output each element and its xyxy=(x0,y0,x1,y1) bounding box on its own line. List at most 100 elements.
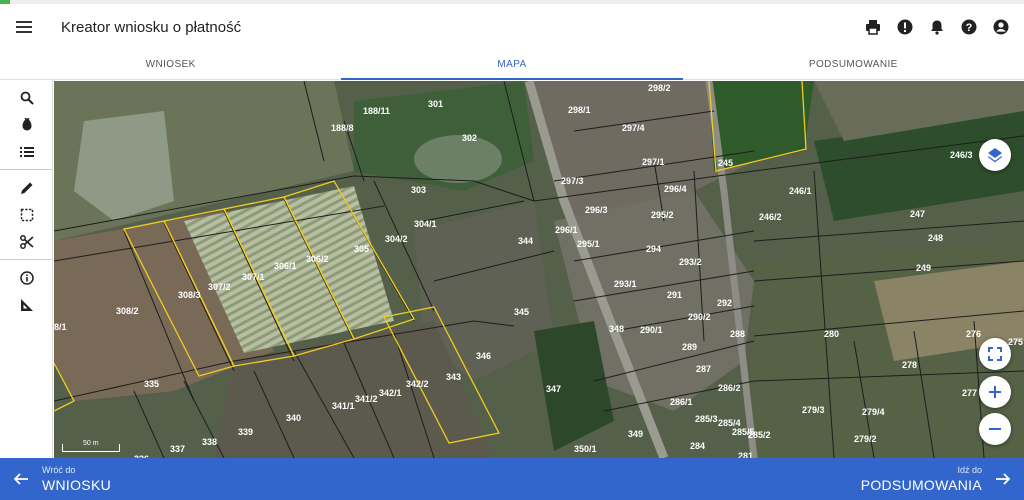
parcel-label: 306/1 xyxy=(274,261,297,271)
app-root: Kreator wniosku o płatność ? WNIOSEK MAP… xyxy=(0,0,1024,500)
parcel-label: 279/2 xyxy=(854,434,877,444)
parcel-label: 289 xyxy=(682,342,697,352)
parcel-label: 8/1 xyxy=(54,322,67,332)
help-icon: ? xyxy=(961,19,977,35)
app-bar: Kreator wniosku o płatność ? xyxy=(0,5,1024,49)
parcel-label: 348 xyxy=(609,324,624,334)
back-button[interactable]: Wróć do WNIOSKU xyxy=(0,458,111,500)
back-text: Wróć do WNIOSKU xyxy=(42,465,111,493)
cut-tool-button[interactable] xyxy=(0,228,53,255)
parcel-label: 276 xyxy=(966,329,981,339)
scissors-icon xyxy=(19,234,34,249)
parcel-label: 281 xyxy=(738,451,753,458)
select-tool-button[interactable] xyxy=(0,201,53,228)
parcel-label: 341/2 xyxy=(355,394,378,404)
arrow-right-icon xyxy=(996,473,1010,485)
parcel-label: 350/1 xyxy=(574,444,597,454)
parcel-label: 305 xyxy=(354,244,369,254)
next-button[interactable]: Idź do PODSUMOWANIA xyxy=(861,458,1024,500)
parcel-label: 246/2 xyxy=(759,212,782,222)
parcel-label: 280 xyxy=(824,329,839,339)
parcel-label: 288 xyxy=(730,329,745,339)
zoom-out-button[interactable] xyxy=(979,413,1011,445)
parcel-label: 304/1 xyxy=(414,219,437,229)
parcel-label: 246/1 xyxy=(789,186,812,196)
parcel-label: 297/3 xyxy=(561,176,584,186)
parcel-label: 302 xyxy=(462,133,477,143)
fullscreen-button[interactable] xyxy=(979,338,1011,370)
parcel-label: 284 xyxy=(690,441,705,451)
parcel-label: 297/4 xyxy=(622,123,645,133)
back-small-label: Wróć do xyxy=(42,465,76,475)
tab-mapa[interactable]: MAPA xyxy=(341,50,683,80)
parcel-label: 188/11 xyxy=(363,106,390,116)
parcel-label: 301 xyxy=(428,99,443,109)
parcel-label: 343 xyxy=(446,372,461,382)
parcel-label: 247 xyxy=(910,209,925,219)
map-canvas[interactable]: 301 188/11 188/8 302 298/2 298/1 297/4 297/1 297… xyxy=(54,81,1024,458)
parcel-label: 293/2 xyxy=(679,257,702,267)
parcel-label: 287 xyxy=(696,364,711,374)
parcel-label: 188/8 xyxy=(331,123,354,133)
search-tool-button[interactable] xyxy=(0,84,53,111)
account-button[interactable] xyxy=(990,11,1012,43)
notifications-button[interactable] xyxy=(926,11,948,43)
app-title: Kreator wniosku o płatność xyxy=(61,18,242,36)
fullscreen-icon xyxy=(988,347,1002,361)
toolbar-divider xyxy=(0,259,52,260)
menu-icon xyxy=(16,21,32,33)
layers-icon xyxy=(987,148,1003,163)
tab-wniosek[interactable]: WNIOSEK xyxy=(0,50,341,79)
parcel-label: 338 xyxy=(202,437,217,447)
info-icon xyxy=(19,270,34,285)
parcel-label: 296/3 xyxy=(585,205,608,215)
layers-button[interactable] xyxy=(979,139,1011,171)
parcel-label: 349 xyxy=(628,429,643,439)
pencil-icon xyxy=(20,182,32,194)
parcel-label: 340 xyxy=(286,413,301,423)
map-view[interactable]: 301 188/11 188/8 302 298/2 298/1 297/4 297/1 297… xyxy=(54,81,1024,458)
print-button[interactable] xyxy=(862,11,884,43)
parcel-label: 308/2 xyxy=(116,306,139,316)
parcel-label: 285/2 xyxy=(748,430,771,440)
zoom-in-button[interactable] xyxy=(979,376,1011,408)
locate-tool-button[interactable] xyxy=(0,111,53,138)
header-actions: ? xyxy=(862,11,1012,43)
parcel-label: 345 xyxy=(514,307,529,317)
toolbar-divider xyxy=(0,169,52,170)
parcel-label: 295/1 xyxy=(577,239,600,249)
parcel-label: 245 xyxy=(718,158,733,168)
draw-tool-button[interactable] xyxy=(0,174,53,201)
parcel-label: 339 xyxy=(238,427,253,437)
map-toolbar xyxy=(0,81,53,458)
progress-fill xyxy=(0,0,11,4)
parcel-label: 304/2 xyxy=(385,234,408,244)
parcel-label: 307/2 xyxy=(208,282,231,292)
parcel-label: 308/3 xyxy=(178,290,201,300)
list-tool-button[interactable] xyxy=(0,138,53,165)
select-rect-icon xyxy=(20,208,33,221)
list-icon xyxy=(19,146,34,157)
parcel-label: 341/1 xyxy=(332,401,355,411)
progress-bar xyxy=(0,0,1024,4)
arrow-right-wrap xyxy=(982,458,1024,500)
parcel-label: 279/4 xyxy=(862,407,885,417)
tab-podsumowanie[interactable]: PODSUMOWANIE xyxy=(683,50,1024,79)
plus-icon xyxy=(989,386,1001,398)
parcel-label: 342/2 xyxy=(406,379,429,389)
bell-icon xyxy=(931,20,943,35)
help-button[interactable]: ? xyxy=(958,11,980,43)
alert-button[interactable] xyxy=(894,11,916,43)
parcel-label: 278 xyxy=(902,360,917,370)
menu-button[interactable] xyxy=(0,5,48,49)
parcel-label: 342/1 xyxy=(379,388,402,398)
parcel-label: 286/1 xyxy=(670,397,693,407)
minus-icon xyxy=(989,428,1001,430)
parcel-label: 298/1 xyxy=(568,105,591,115)
info-tool-button[interactable] xyxy=(0,264,53,291)
next-big-label: PODSUMOWANIA xyxy=(860,477,982,493)
measure-tool-button[interactable] xyxy=(0,291,53,318)
pin-icon xyxy=(22,117,31,130)
scale-bar: 50 m xyxy=(62,440,120,452)
parcel-label: 297/1 xyxy=(642,157,665,167)
